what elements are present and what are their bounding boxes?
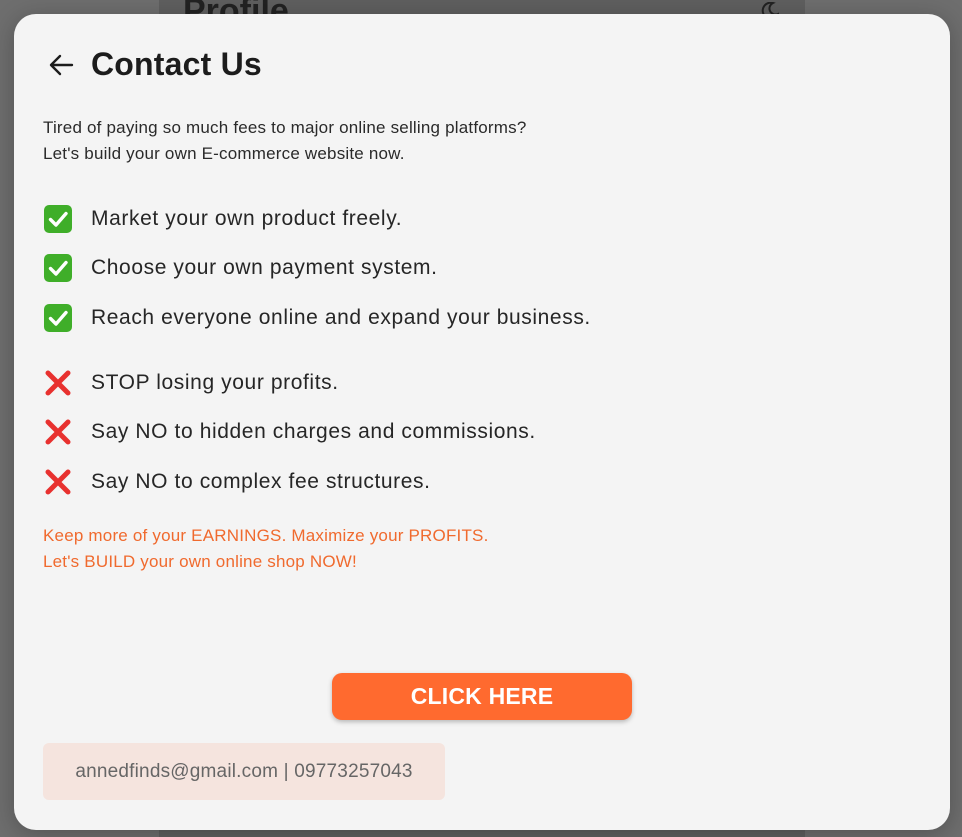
intro-line: Let's build your own E-commerce website … <box>43 144 405 163</box>
cross-mark-icon <box>45 370 71 396</box>
click-here-button[interactable]: CLICK HERE <box>332 673 632 720</box>
list-item-text: Reach everyone online and expand your bu… <box>91 305 591 329</box>
back-button[interactable] <box>44 48 78 82</box>
cross-mark-icon <box>45 419 71 445</box>
check-mark-icon <box>44 204 72 233</box>
contact-modal: Contact Us Tired of paying so much fees … <box>14 14 950 830</box>
benefits-list: Market your own product freely. Choose y… <box>43 194 903 343</box>
list-item: STOP losing your profits. <box>43 358 903 408</box>
list-item: Say NO to hidden charges and commissions… <box>43 408 903 458</box>
check-mark-icon <box>44 303 72 332</box>
list-item-text: STOP losing your profits. <box>91 370 339 394</box>
check-mark-icon <box>44 254 72 283</box>
list-item-text: Say NO to complex fee structures. <box>91 469 431 493</box>
list-item: Choose your own payment system. <box>43 244 903 294</box>
list-item-text: Say NO to hidden charges and commissions… <box>91 420 536 444</box>
promo-line: Keep more of your EARNINGS. Maximize you… <box>43 526 489 545</box>
arrow-left-icon <box>49 54 74 75</box>
intro-text: Tired of paying so much fees to major on… <box>43 115 526 167</box>
contact-info: annedfinds@gmail.com | 09773257043 <box>43 743 445 800</box>
cross-mark-icon <box>45 469 71 495</box>
list-item: Say NO to complex fee structures. <box>43 457 903 507</box>
list-item-text: Choose your own payment system. <box>91 256 438 280</box>
intro-line: Tired of paying so much fees to major on… <box>43 118 527 137</box>
modal-header: Contact Us <box>44 46 262 83</box>
drawbacks-list: STOP losing your profits. Say NO to hidd… <box>43 358 903 507</box>
list-item: Reach everyone online and expand your bu… <box>43 293 903 343</box>
promo-line: Let's BUILD your own online shop NOW! <box>43 552 357 571</box>
list-item-text: Market your own product freely. <box>91 206 403 230</box>
page-title: Contact Us <box>91 46 262 82</box>
promo-text: Keep more of your EARNINGS. Maximize you… <box>43 523 489 575</box>
list-item: Market your own product freely. <box>43 194 903 244</box>
